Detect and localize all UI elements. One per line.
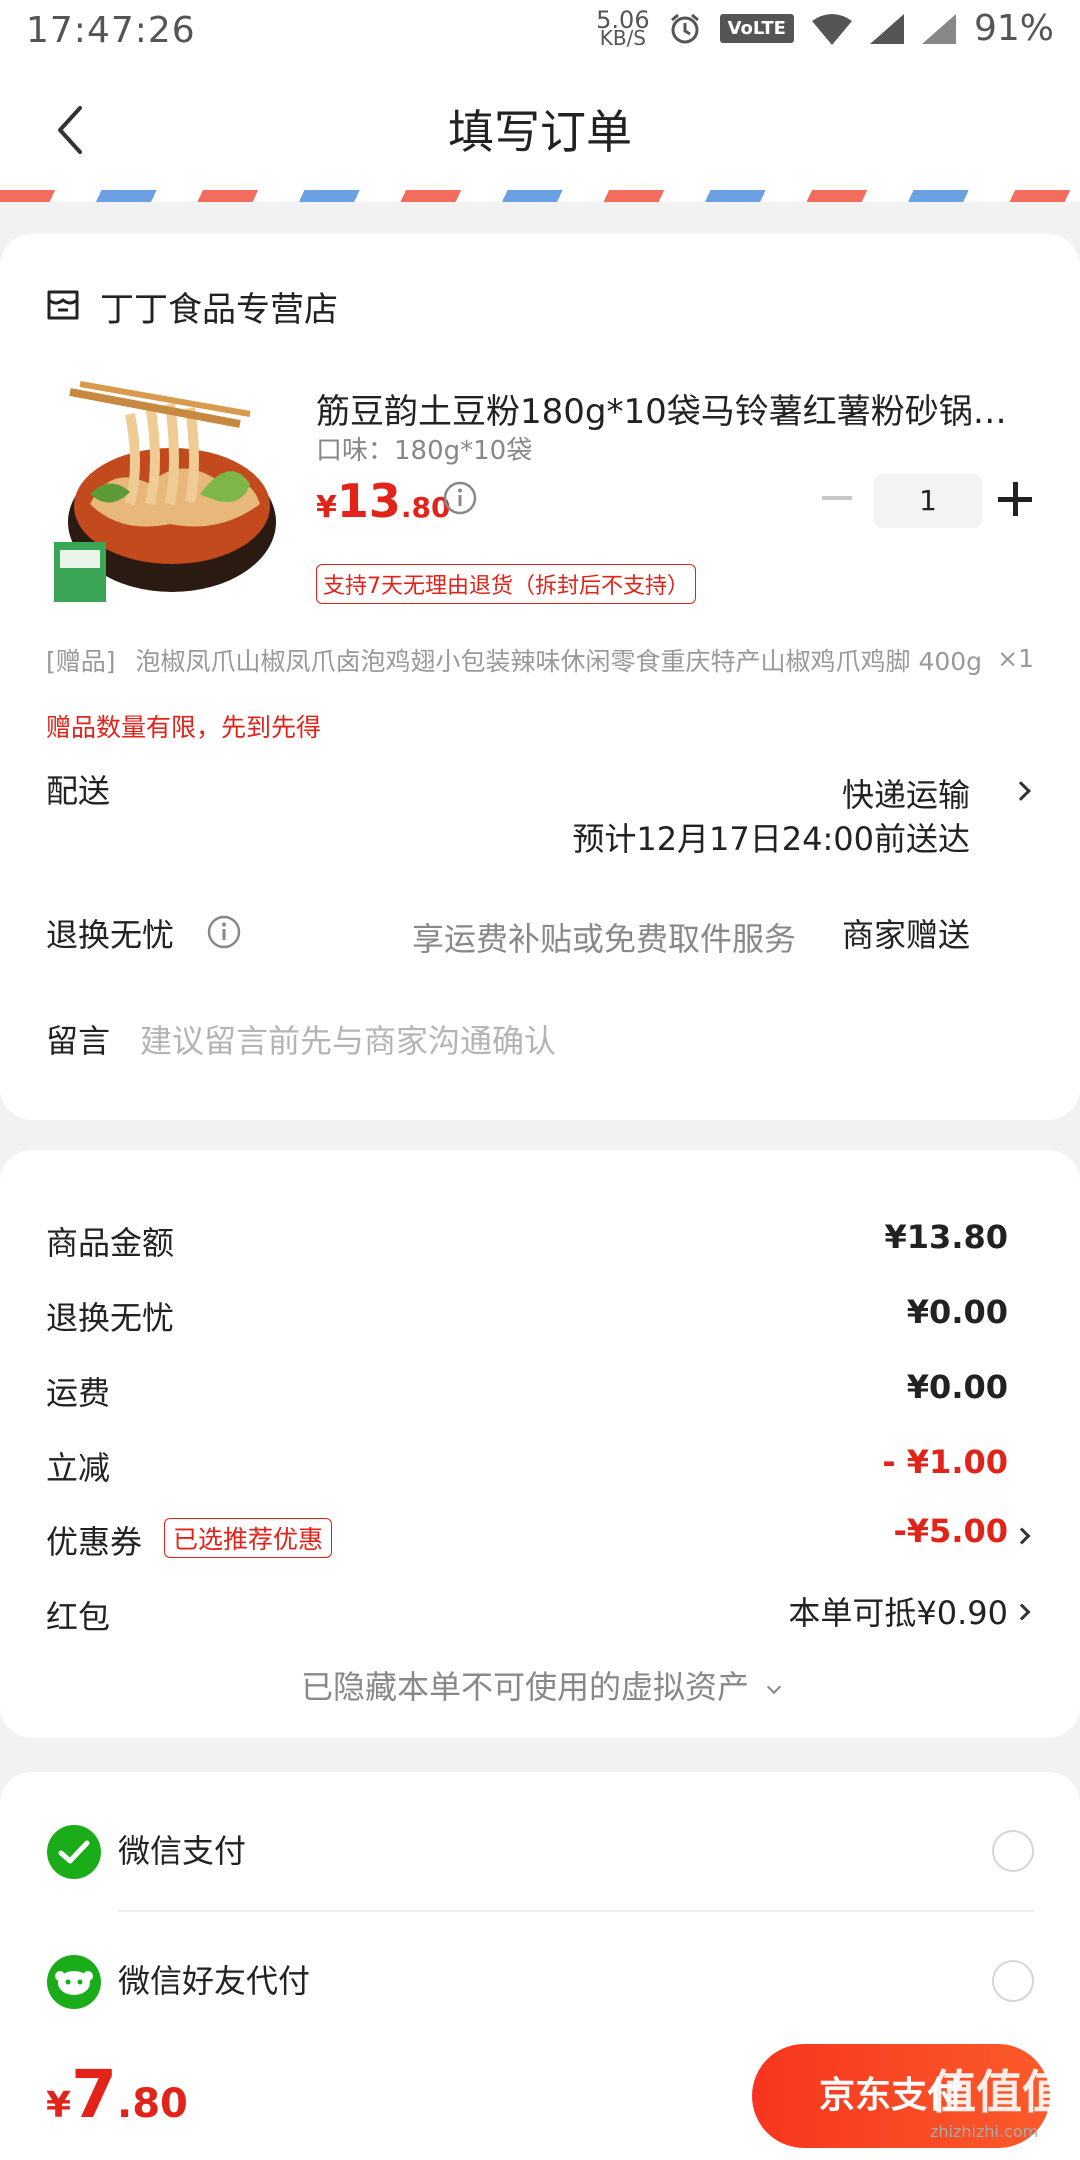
product-image[interactable] bbox=[50, 374, 280, 604]
red-packet-label: 红包 bbox=[46, 1598, 111, 1636]
wechat-pay-label[interactable]: 微信支付 bbox=[118, 1826, 246, 1872]
wechat-friend-pay-icon bbox=[47, 1955, 101, 2009]
quantity-increase-button[interactable] bbox=[998, 482, 1032, 516]
total-price: ¥7.80 bbox=[46, 2056, 188, 2133]
airmail-stripe bbox=[0, 190, 1080, 202]
quantity-value[interactable]: 1 bbox=[874, 474, 982, 528]
red-packet-value[interactable]: 本单可抵¥0.90 bbox=[788, 1588, 1008, 1634]
return-fee-label: 退换无忧 bbox=[46, 1299, 175, 1337]
quantity-decrease-button[interactable] bbox=[822, 496, 852, 500]
wifi-icon bbox=[811, 13, 852, 45]
return-policy-tag: 支持7天无理由退货（拆封后不支持） bbox=[316, 564, 696, 604]
price-summary-card: 商品金额 ¥13.80 退换无忧 ¥0.00 运费 ¥0.00 立减 - ¥1.… bbox=[0, 1150, 1080, 1738]
status-bar: 17:47:26 5.06 KB/S VoLTE 91% bbox=[0, 0, 1080, 64]
gift-row: [赠品] 泡椒凤爪山椒凤爪卤泡鸡翅小包装辣味休闲零食重庆特产山椒鸡爪鸡脚 400g bbox=[46, 642, 1006, 678]
delivery-eta: 预计12月17日24:00前送达 bbox=[572, 820, 970, 858]
product-price: ¥13.80 bbox=[316, 474, 451, 528]
return-worry-free-value[interactable]: 商家赠送 bbox=[842, 910, 970, 956]
freight-value: ¥0.00 bbox=[906, 1368, 1008, 1406]
checkout-bar: ¥7.80 京东支付 bbox=[0, 2028, 1080, 2160]
gift-tag: [赠品] bbox=[46, 647, 116, 676]
discount-label: 立减 bbox=[46, 1449, 111, 1487]
store-name[interactable]: 丁丁食品专营店 bbox=[100, 282, 338, 331]
coupon-label: 优惠券 bbox=[46, 1523, 143, 1561]
watermark-url: zhizhizhi.com bbox=[930, 2122, 1039, 2141]
signal-icon-2 bbox=[921, 13, 956, 44]
return-fee-value: ¥0.00 bbox=[906, 1293, 1008, 1331]
goods-amount-value: ¥13.80 bbox=[884, 1218, 1008, 1256]
wechat-pay-icon bbox=[47, 1825, 101, 1879]
chevron-down-icon bbox=[766, 1679, 782, 1695]
message-label: 留言 bbox=[46, 1022, 111, 1060]
product-title[interactable]: 筋豆韵土豆粉180g*10袋马铃薯红薯粉砂锅火锅米线 bbox=[316, 384, 1026, 433]
order-item-card: 丁丁食品专营店 筋豆韵土豆粉180g*10袋马铃薯红薯粉砂锅火锅米线 口味：18… bbox=[0, 234, 1080, 1120]
coupon-recommended-tag: 已选推荐优惠 bbox=[164, 1518, 333, 1558]
volte-badge: VoLTE bbox=[719, 14, 794, 43]
coupon-value[interactable]: -¥5.00 bbox=[894, 1512, 1009, 1550]
status-time: 17:47:26 bbox=[26, 10, 196, 51]
gift-name: 泡椒凤爪山椒凤爪卤泡鸡翅小包装辣味休闲零食重庆特产山椒鸡爪鸡脚 400g bbox=[135, 647, 983, 676]
nav-bar: 填写订单 bbox=[0, 64, 1080, 194]
net-speed: 5.06 KB/S bbox=[596, 5, 650, 50]
return-worry-free-desc: 享运费补贴或免费取件服务 bbox=[412, 920, 797, 958]
page-title: 填写订单 bbox=[448, 105, 632, 159]
price-info-icon[interactable] bbox=[442, 480, 478, 516]
wechat-friend-pay-radio[interactable] bbox=[992, 1960, 1034, 2002]
product-spec[interactable]: 口味：180g*10袋 bbox=[316, 430, 532, 467]
signal-icon bbox=[869, 13, 904, 44]
wechat-friend-pay-label[interactable]: 微信好友代付 bbox=[118, 1956, 310, 2002]
gift-note: 赠品数量有限，先到先得 bbox=[46, 713, 322, 742]
return-info-icon[interactable] bbox=[206, 914, 242, 950]
watermark-logo: 值值值 bbox=[930, 2065, 1068, 2119]
hidden-assets-toggle[interactable]: 已隐藏本单不可使用的虚拟资产 bbox=[0, 1662, 1080, 1708]
goods-amount-label: 商品金额 bbox=[46, 1224, 175, 1262]
coupon-chevron-icon[interactable] bbox=[1013, 1527, 1031, 1545]
delivery-chevron-icon[interactable] bbox=[1011, 781, 1031, 801]
gift-count: ×1 bbox=[997, 644, 1034, 673]
store-icon bbox=[47, 290, 79, 320]
battery-level: 91% bbox=[973, 8, 1054, 49]
red-packet-chevron-icon[interactable] bbox=[1013, 1603, 1031, 1621]
discount-value: - ¥1.00 bbox=[882, 1443, 1008, 1481]
message-input[interactable]: 建议留言前先与商家沟通确认 bbox=[140, 1016, 556, 1062]
divider bbox=[118, 1910, 1034, 1912]
delivery-label: 配送 bbox=[46, 772, 111, 810]
freight-label: 运费 bbox=[46, 1374, 111, 1412]
return-worry-free-label: 退换无忧 bbox=[46, 916, 175, 954]
alarm-icon bbox=[670, 13, 699, 43]
wechat-pay-radio[interactable] bbox=[992, 1830, 1034, 1872]
delivery-method[interactable]: 快递运输 bbox=[842, 770, 970, 816]
